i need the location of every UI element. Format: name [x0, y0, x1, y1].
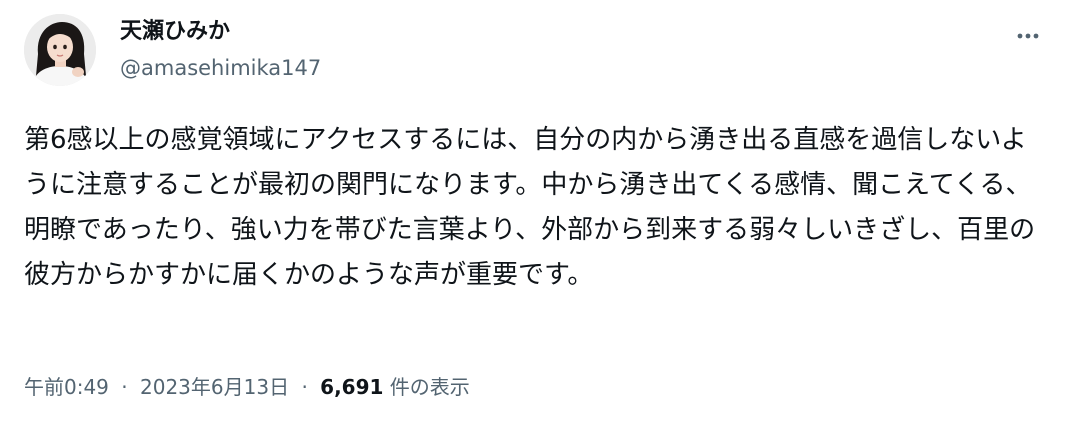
tweet-meta: 午前0:49 · 2023年6月13日 · 6,691 件の表示 — [24, 371, 470, 403]
more-horizontal-icon — [1017, 33, 1039, 39]
tweet-header: 天瀬ひみか @amasehimika147 — [24, 14, 1044, 86]
username-handle[interactable]: @amasehimika147 — [120, 53, 321, 83]
tweet-card: 天瀬ひみか @amasehimika147 第6感以上の感覚領域にアクセスするに… — [0, 0, 1068, 432]
avatar-image — [24, 14, 96, 86]
views-count: 6,691 — [320, 375, 384, 399]
tweet-date[interactable]: 2023年6月13日 — [140, 375, 289, 399]
meta-separator: · — [121, 375, 128, 399]
display-name[interactable]: 天瀬ひみか — [120, 17, 321, 47]
tweet-time[interactable]: 午前0:49 — [24, 375, 109, 399]
author-names: 天瀬ひみか @amasehimika147 — [120, 17, 321, 83]
tweet-text: 第6感以上の感覚領域にアクセスするには、自分の内から湧き出る直感を過信しないよう… — [24, 125, 1036, 290]
meta-separator: · — [301, 375, 308, 399]
more-options-button[interactable] — [1012, 24, 1044, 48]
views-label: 件の表示 — [389, 375, 470, 399]
avatar[interactable] — [24, 14, 96, 86]
